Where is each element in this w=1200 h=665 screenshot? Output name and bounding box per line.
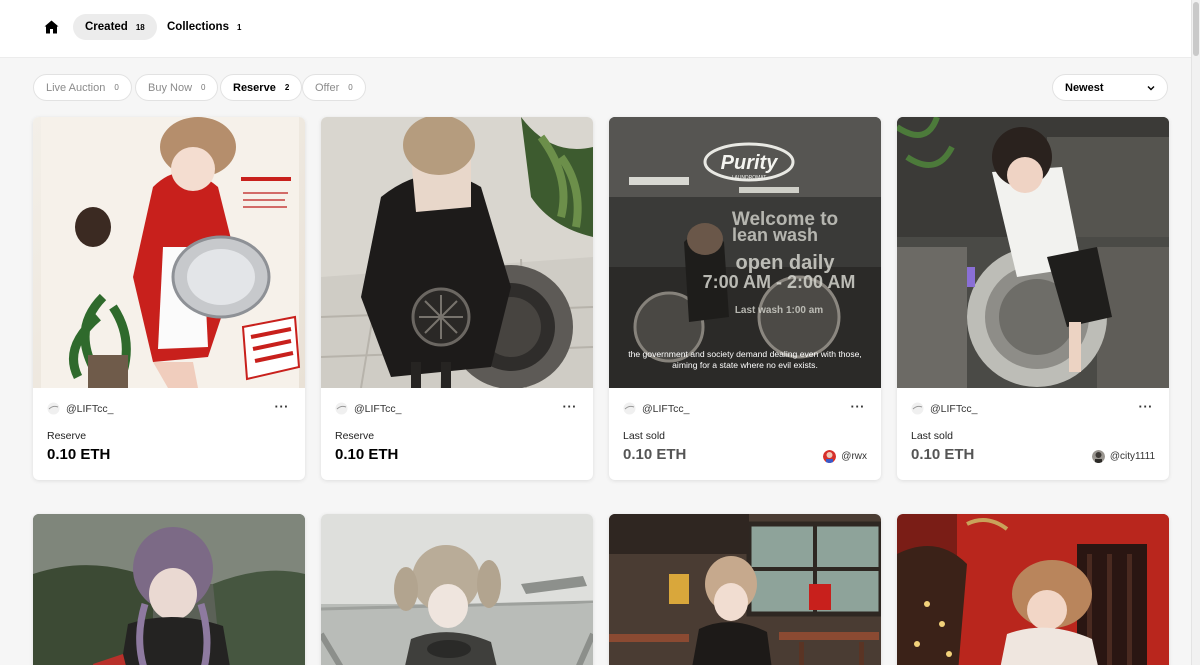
creator-handle: @LIFTcc_	[66, 402, 114, 415]
filter-buy-now[interactable]: Buy Now 0	[135, 74, 219, 101]
art-caption-line2: aiming for a state where no evil exists.	[672, 360, 818, 370]
filter-reserve-count: 2	[284, 83, 290, 92]
filter-live-auction-count: 0	[114, 83, 119, 92]
artwork-image[interactable]	[609, 514, 881, 665]
tab-collections-count: 1	[236, 22, 242, 32]
more-dots-icon[interactable]: ···	[851, 399, 866, 414]
price-label: Last sold	[911, 430, 954, 442]
tab-created-count: 18	[135, 22, 145, 32]
art-window-line5: Last wash 1:00 am	[735, 305, 823, 316]
creator-link[interactable]: @LIFTcc_	[335, 402, 401, 415]
filter-live-auction-label: Live Auction	[46, 81, 106, 94]
tab-created[interactable]: Created 18	[73, 14, 157, 40]
creator-handle: @LIFTcc_	[930, 402, 978, 415]
buyer-handle: @rwx	[841, 451, 867, 462]
buyer-avatar	[823, 450, 837, 463]
creator-link[interactable]: @LIFTcc_	[47, 402, 113, 415]
art-window-line2: lean wash	[732, 225, 818, 245]
artwork-image[interactable]: Purity LAUNDROMAT Welcome to lean wash o…	[609, 117, 881, 388]
artwork-image[interactable]	[321, 514, 593, 665]
sort-dropdown[interactable]: Newest	[1052, 74, 1168, 101]
artwork-image[interactable]	[33, 514, 305, 665]
artwork-image[interactable]	[33, 117, 305, 388]
price-value: 0.10 ETH	[911, 446, 975, 463]
creator-avatar	[623, 402, 636, 415]
creator-avatar	[47, 402, 60, 415]
art-window-line4: 7:00 AM - 2:00 AM	[703, 272, 856, 292]
creator-handle: @LIFTcc_	[354, 402, 402, 415]
filter-offer-count: 0	[348, 83, 353, 92]
more-dots-icon[interactable]: ···	[1139, 399, 1154, 414]
artwork-image[interactable]	[321, 117, 593, 388]
creator-link[interactable]: @LIFTcc_	[623, 402, 689, 415]
creator-link[interactable]: @LIFTcc_	[911, 402, 977, 415]
nft-card[interactable]: @LIFTcc_ ··· Last sold 0.10 ETH @city111…	[897, 117, 1169, 480]
art-sign-title: Purity	[721, 152, 779, 174]
tab-collections[interactable]: Collections 1	[155, 14, 253, 40]
top-nav-bar: Created 18 Collections 1	[0, 0, 1200, 58]
more-dots-icon[interactable]: ···	[563, 399, 578, 414]
home-icon[interactable]	[38, 14, 64, 40]
tab-created-label: Created	[85, 21, 128, 33]
filter-reserve[interactable]: Reserve 2	[220, 74, 303, 101]
more-dots-icon[interactable]: ···	[275, 399, 290, 414]
scrollbar-thumb[interactable]	[1193, 2, 1199, 56]
price-value: 0.10 ETH	[623, 446, 687, 463]
creator-handle: @LIFTcc_	[642, 402, 690, 415]
price-label: Last sold	[623, 430, 666, 442]
art-sign-sub: LAUNDROMAT	[732, 175, 767, 181]
tab-collections-label: Collections	[167, 21, 229, 33]
filter-offer-label: Offer	[315, 81, 340, 94]
nft-card[interactable]	[609, 514, 881, 665]
filter-live-auction[interactable]: Live Auction 0	[33, 74, 132, 101]
creator-avatar	[335, 402, 348, 415]
filter-reserve-label: Reserve	[233, 81, 276, 94]
art-window-line3: open daily	[736, 252, 836, 274]
art-caption-line1: the government and society demand dealin…	[628, 349, 862, 359]
buyer-link[interactable]: @rwx	[823, 450, 867, 463]
price-label: Reserve	[47, 430, 87, 442]
artwork-image[interactable]	[897, 514, 1169, 665]
artwork-image[interactable]	[897, 117, 1169, 388]
nft-card[interactable]	[897, 514, 1169, 665]
price-label: Reserve	[335, 430, 375, 442]
filter-buy-now-count: 0	[201, 83, 206, 92]
sort-label: Newest	[1065, 81, 1104, 94]
nft-card[interactable]	[33, 514, 305, 665]
creator-avatar	[911, 402, 924, 415]
buyer-handle: @city1111	[1109, 451, 1155, 462]
filter-buy-now-label: Buy Now	[148, 81, 193, 94]
price-value: 0.10 ETH	[335, 446, 399, 463]
nft-card[interactable]: Purity LAUNDROMAT Welcome to lean wash o…	[609, 117, 881, 480]
price-value: 0.10 ETH	[47, 446, 111, 463]
nft-card[interactable]: @LIFTcc_ ··· Reserve 0.10 ETH	[33, 117, 305, 480]
nft-card[interactable]: @LIFTcc_ ··· Reserve 0.10 ETH	[321, 117, 593, 480]
scrollbar[interactable]	[1191, 0, 1200, 665]
buyer-link[interactable]: @city1111	[1091, 450, 1155, 463]
filter-offer[interactable]: Offer 0	[302, 74, 366, 101]
nft-card[interactable]	[321, 514, 593, 665]
buyer-avatar	[1091, 450, 1105, 463]
chevron-down-icon	[1147, 82, 1155, 94]
